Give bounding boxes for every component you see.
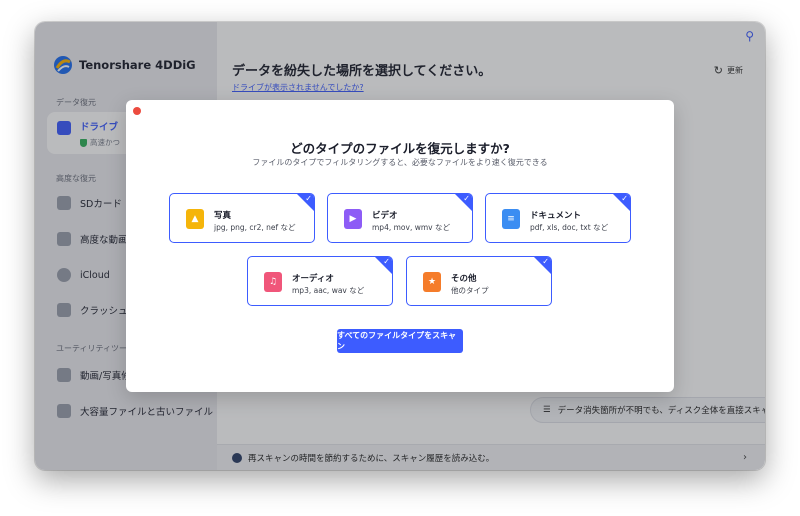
video-icon: ▶ — [344, 209, 362, 229]
close-dialog-button[interactable] — [133, 107, 141, 115]
checkmark-icon: ✓ — [383, 257, 390, 266]
file-type-card-audio[interactable]: ✓ ♫ オーディオ mp3, aac, wav など — [247, 256, 393, 306]
dialog-title: どのタイプのファイルを復元しますか? — [290, 141, 510, 156]
file-type-card-other[interactable]: ✓ ★ その他 他のタイプ — [406, 256, 552, 306]
file-type-card-photo[interactable]: ✓ ▲ 写真 jpg, png, cr2, nef など — [169, 193, 315, 243]
card-desc: mp3, aac, wav など — [292, 286, 365, 295]
checkmark-icon: ✓ — [463, 194, 470, 203]
scan-all-types-button[interactable]: すべてのファイルタイプをスキャン — [337, 329, 463, 353]
checkmark-icon: ✓ — [305, 194, 312, 203]
card-desc: 他のタイプ — [451, 286, 489, 295]
dialog-subtitle: ファイルのタイプでフィルタリングすると、必要なファイルをより速く復元できる — [252, 158, 548, 167]
file-type-dialog: どのタイプのファイルを復元しますか? ファイルのタイプでフィルタリングすると、必… — [126, 100, 674, 392]
card-name: オーディオ — [292, 274, 334, 284]
star-icon: ★ — [423, 272, 441, 292]
music-icon: ♫ — [264, 272, 282, 292]
file-type-card-document[interactable]: ✓ ≡ ドキュメント pdf, xls, doc, txt など — [485, 193, 631, 243]
document-icon: ≡ — [502, 209, 520, 229]
card-name: ビデオ — [372, 211, 398, 221]
card-name: 写真 — [214, 211, 232, 221]
checkmark-icon: ✓ — [621, 194, 628, 203]
checkmark-icon: ✓ — [542, 257, 549, 266]
image-icon: ▲ — [186, 209, 204, 229]
file-type-card-video[interactable]: ✓ ▶ ビデオ mp4, mov, wmv など — [327, 193, 473, 243]
card-desc: jpg, png, cr2, nef など — [214, 223, 296, 232]
card-name: ドキュメント — [530, 211, 582, 221]
card-desc: mp4, mov, wmv など — [372, 223, 450, 232]
card-name: その他 — [451, 274, 477, 284]
card-desc: pdf, xls, doc, txt など — [530, 223, 609, 232]
